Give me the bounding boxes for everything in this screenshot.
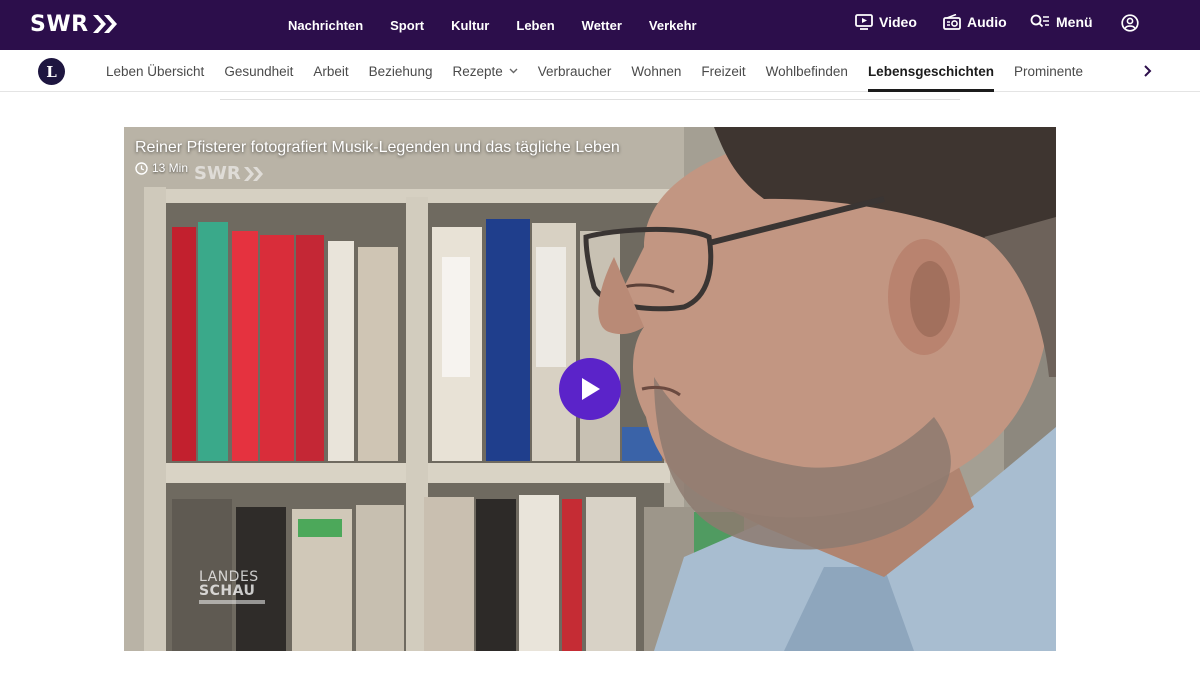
video-duration-text: 13 Min — [152, 161, 189, 175]
content-divider — [220, 99, 960, 100]
subnav-leben-uebersicht[interactable]: Leben Übersicht — [106, 50, 204, 92]
landesschau-logo: LANDES SCHAU — [199, 570, 265, 604]
swr-watermark-chevrons-icon — [243, 166, 263, 181]
subnav-arbeit[interactable]: Arbeit — [313, 50, 348, 92]
subnav-beziehung[interactable]: Beziehung — [369, 50, 433, 92]
video-icon — [855, 14, 873, 30]
subnav-freizeit[interactable]: Freizeit — [701, 50, 745, 92]
nav-verkehr[interactable]: Verkehr — [649, 18, 697, 33]
search-menu-icon — [1030, 14, 1049, 28]
swr-logo[interactable]: SWR — [30, 11, 121, 37]
chevron-right-icon[interactable] — [1140, 62, 1156, 80]
play-icon — [582, 378, 600, 400]
leben-badge[interactable]: L — [38, 58, 65, 85]
subnav-wohlbefinden[interactable]: Wohlbefinden — [766, 50, 848, 92]
landesschau-logo-line1: LANDES — [199, 569, 259, 585]
landesschau-logo-line2: SCHAU — [199, 583, 256, 599]
top-header: SWR Nachrichten Sport Kultur Leben Wette… — [0, 0, 1200, 50]
video-title: Reiner Pfisterer fotografiert Musik-Lege… — [135, 139, 620, 156]
logo-text: SWR — [30, 11, 89, 37]
play-button[interactable] — [559, 358, 621, 420]
menu-label: Menü — [1056, 14, 1093, 30]
swr-logo-chevrons-icon — [92, 15, 117, 33]
section-subnav: L Leben Übersicht Gesundheit Arbeit Bezi… — [0, 50, 1200, 92]
subnav-rezepte-label: Rezepte — [452, 63, 503, 79]
landesschau-logo-bar — [199, 600, 265, 604]
subnav-lebensgeschichten[interactable]: Lebensgeschichten — [867, 50, 995, 92]
main-nav: Nachrichten Sport Kultur Leben Wetter Ve… — [288, 0, 724, 50]
menu-button[interactable]: Menü — [1030, 14, 1093, 30]
user-account-icon — [1121, 14, 1139, 32]
subnav-wohnen[interactable]: Wohnen — [631, 50, 681, 92]
video-label: Video — [879, 14, 917, 30]
nav-sport[interactable]: Sport — [390, 18, 424, 33]
subnav-verbraucher[interactable]: Verbraucher — [538, 50, 612, 92]
video-link[interactable]: Video — [855, 14, 917, 30]
video-duration: 13 Min — [135, 161, 188, 175]
audio-link[interactable]: Audio — [943, 14, 1007, 30]
subnav-rezepte[interactable]: Rezepte — [452, 50, 518, 92]
subnav-gesundheit[interactable]: Gesundheit — [224, 50, 293, 92]
chevron-down-icon — [509, 68, 518, 74]
swr-watermark: SWR — [194, 163, 267, 184]
nav-nachrichten[interactable]: Nachrichten — [288, 18, 363, 33]
nav-wetter[interactable]: Wetter — [582, 18, 622, 33]
subnav-items: Leben Übersicht Gesundheit Arbeit Bezieh… — [106, 50, 1103, 92]
nav-kultur[interactable]: Kultur — [451, 18, 489, 33]
audio-label: Audio — [967, 14, 1007, 30]
nav-leben[interactable]: Leben — [516, 18, 554, 33]
swr-watermark-text: SWR — [194, 163, 241, 184]
account-button[interactable] — [1121, 14, 1145, 32]
subnav-prominente[interactable]: Prominente — [1014, 50, 1083, 92]
radio-icon — [943, 14, 961, 30]
video-player[interactable]: Reiner Pfisterer fotografiert Musik-Lege… — [124, 127, 1056, 651]
clock-icon — [135, 161, 148, 175]
